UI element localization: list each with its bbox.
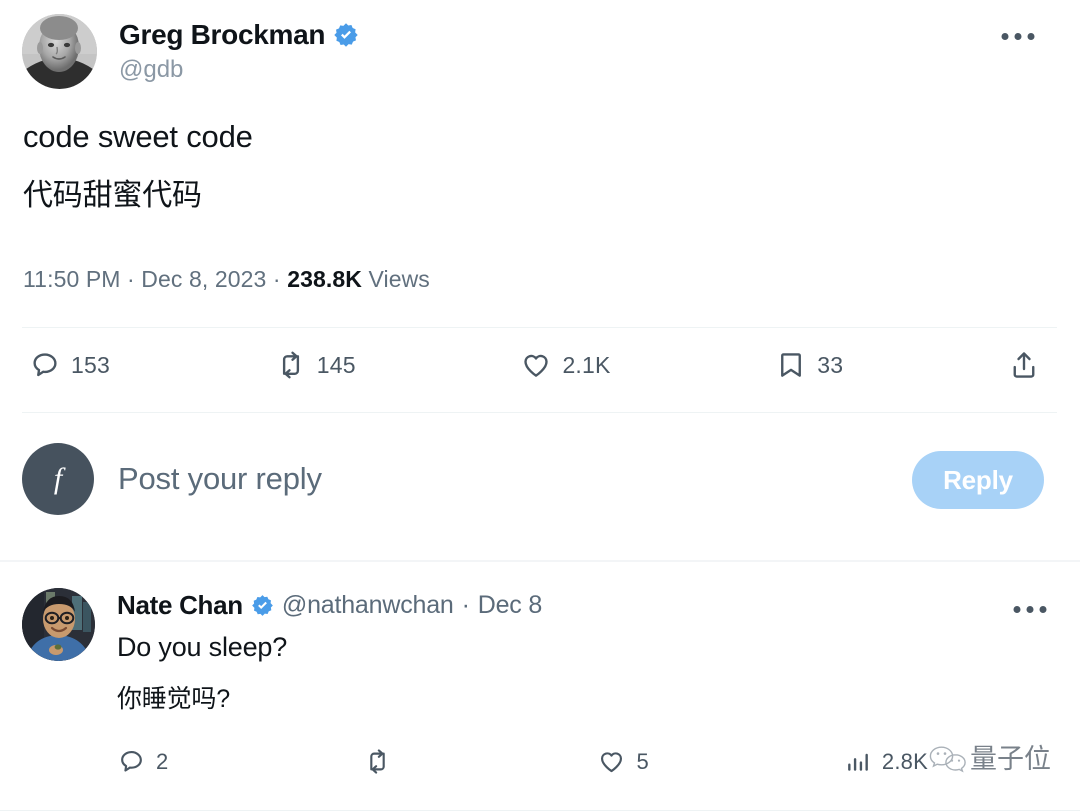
more-dot xyxy=(1026,606,1034,613)
share-action[interactable] xyxy=(1009,350,1050,380)
watermark-text: 量子位 xyxy=(970,744,1051,775)
reply-count: 153 xyxy=(71,352,110,378)
retweet-icon xyxy=(276,350,306,380)
reply-text-english: Do you sleep? xyxy=(117,632,288,662)
bookmark-icon xyxy=(776,350,806,380)
reply-text-chinese: 你睡觉吗? xyxy=(117,685,230,713)
reply-input-placeholder[interactable]: Post your reply xyxy=(118,461,322,497)
tweet-timestamp: 11:50 PM xyxy=(23,266,121,292)
tweet-detail-page: Greg Brockman @gdb code sweet code 代码甜蜜代… xyxy=(0,0,1080,812)
author-display-name[interactable]: Greg Brockman xyxy=(119,18,325,52)
reply-author-name[interactable]: Nate Chan xyxy=(117,590,243,621)
retweet-action[interactable]: 145 xyxy=(276,350,356,380)
tweet-text-english: code sweet code xyxy=(23,119,253,154)
reply-author-handle[interactable]: @nathanwchan xyxy=(282,591,454,620)
reply-separator: · xyxy=(461,590,470,619)
more-options-button[interactable] xyxy=(1001,33,1035,40)
analytics-icon xyxy=(845,749,871,775)
avatar-photo xyxy=(22,588,95,661)
verified-badge-icon xyxy=(252,594,273,616)
avatar[interactable] xyxy=(22,588,95,661)
heart-icon xyxy=(521,350,551,380)
author-handle[interactable]: @gdb xyxy=(119,54,359,86)
retweet-action[interactable] xyxy=(364,748,402,775)
more-dot xyxy=(1039,606,1047,613)
views-count: 2.8K xyxy=(881,748,928,774)
tweet-action-bar: 153 145 2.1K 33 xyxy=(30,350,1050,380)
wechat-icon xyxy=(929,746,966,773)
verified-badge-icon xyxy=(334,23,358,47)
share-icon xyxy=(1009,350,1039,380)
views-action[interactable]: 2.8K xyxy=(845,749,928,775)
author-name-row: Greg Brockman xyxy=(119,18,359,52)
reply-post: Nate Chan @nathanwchan · Dec 8 Do you sl… xyxy=(22,588,1058,718)
views-label: Views xyxy=(368,266,430,292)
like-action[interactable]: 5 xyxy=(598,748,649,775)
reply-count: 2 xyxy=(156,748,169,774)
divider xyxy=(22,327,1057,328)
bookmark-count: 33 xyxy=(817,352,844,378)
retweet-icon xyxy=(364,748,391,775)
reply-composer: f Post your reply Reply xyxy=(22,443,1058,515)
bookmark-action[interactable]: 33 xyxy=(776,350,843,380)
divider xyxy=(22,412,1057,413)
reply-action[interactable]: 2 xyxy=(118,748,168,775)
avatar[interactable] xyxy=(22,14,97,89)
more-dot xyxy=(1001,33,1009,40)
more-dot xyxy=(1027,33,1035,40)
author-identity: Greg Brockman @gdb xyxy=(119,14,359,86)
tweet-text-chinese: 代码甜蜜代码 xyxy=(23,179,202,212)
reply-date: Dec 8 xyxy=(477,590,543,619)
reply-content: Nate Chan @nathanwchan · Dec 8 Do you sl… xyxy=(117,588,1058,718)
composer-avatar[interactable]: f xyxy=(22,443,94,515)
tweet-metadata: 11:50 PM · Dec 8, 2023 · 238.8K Views xyxy=(23,264,430,294)
more-dot xyxy=(1014,33,1022,40)
like-count: 2.1K xyxy=(562,352,611,378)
reply-icon xyxy=(118,748,145,775)
meta-separator: · xyxy=(266,266,288,292)
reply-action[interactable]: 153 xyxy=(30,350,110,380)
reply-author-row: Nate Chan @nathanwchan · Dec 8 xyxy=(117,588,1058,622)
reply-icon xyxy=(30,350,60,380)
more-dot xyxy=(1013,606,1021,613)
bottom-divider xyxy=(0,810,1080,811)
watermark: 量子位 xyxy=(928,738,1056,782)
like-count: 5 xyxy=(636,748,649,774)
avatar-photo xyxy=(22,14,97,89)
retweet-count: 145 xyxy=(316,352,356,378)
more-options-button[interactable] xyxy=(1013,606,1047,613)
reply-action-bar: 2 5 2.8K xyxy=(118,748,928,775)
reply-submit-button[interactable]: Reply xyxy=(912,451,1044,509)
heart-icon xyxy=(598,748,625,775)
section-divider xyxy=(0,560,1080,562)
meta-separator: · xyxy=(120,266,142,292)
tweet-author-header: Greg Brockman @gdb xyxy=(22,14,1058,96)
tweet-date: Dec 8, 2023 xyxy=(141,266,267,292)
like-action[interactable]: 2.1K xyxy=(521,350,610,380)
views-count: 238.8K xyxy=(287,266,362,292)
